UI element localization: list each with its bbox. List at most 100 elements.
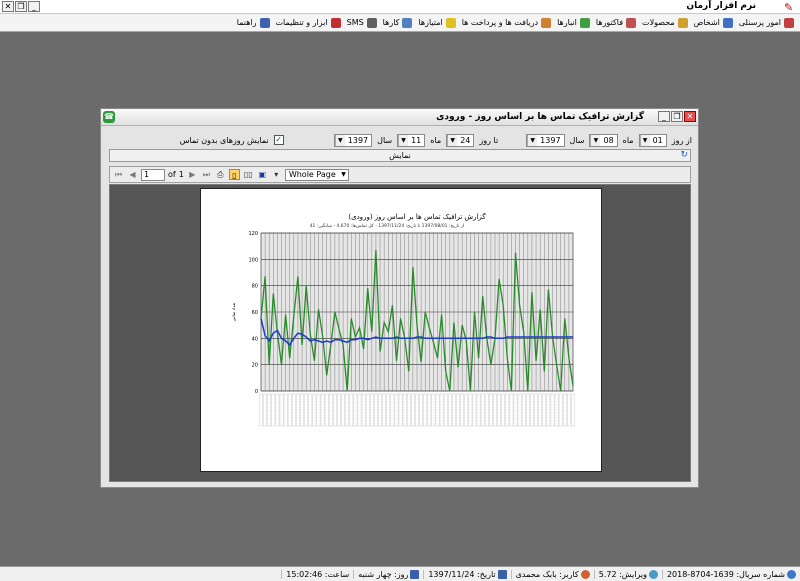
report-viewer-area[interactable]: گزارش ترافیک تماس ها بر اساس روز (ورودی)… <box>109 184 691 482</box>
version-icon <box>648 569 658 579</box>
menu-item-points[interactable]: امتیازها <box>418 17 456 28</box>
data-point <box>572 336 574 338</box>
data-point <box>383 337 385 339</box>
data-point <box>313 360 315 362</box>
total-pages: 1 <box>178 170 184 179</box>
print-icon[interactable]: ⎙ <box>215 169 226 180</box>
zoom-select[interactable]: Whole Page ▼ <box>284 168 349 181</box>
data-point <box>482 295 484 297</box>
menu-item-sms[interactable]: SMS <box>347 17 377 28</box>
from-year-combo[interactable]: ▼ 1397 <box>526 133 565 147</box>
data-point <box>363 348 365 350</box>
x-tick-label <box>353 393 358 427</box>
data-point <box>293 337 295 339</box>
data-point <box>277 330 278 331</box>
previous-page-icon[interactable]: ◀ <box>127 169 138 180</box>
x-tick-label <box>464 393 469 427</box>
menu-item-warehouse[interactable]: انبارها <box>557 17 590 28</box>
save-dropdown-icon[interactable]: ▾ <box>271 169 282 180</box>
to-month-combo[interactable]: ▼ 11 <box>397 133 426 147</box>
menu-item-products[interactable]: محصولات <box>642 17 688 28</box>
data-point <box>424 311 426 313</box>
data-point <box>424 337 426 339</box>
data-point <box>285 340 287 342</box>
x-tick-label <box>571 393 575 427</box>
report-restore-button[interactable]: ❐ <box>671 111 683 122</box>
data-point <box>350 339 352 341</box>
data-point <box>318 340 319 342</box>
from-day-label: از روز <box>671 135 692 145</box>
data-point <box>564 336 566 338</box>
x-tick-label <box>509 393 514 427</box>
data-point <box>289 344 291 346</box>
data-point <box>400 337 401 339</box>
app-close-button[interactable]: ✕ <box>2 1 14 12</box>
menu-item-persons[interactable]: اشخاص <box>694 17 733 28</box>
data-point <box>449 390 451 392</box>
traffic-chart: گزارش ترافیک تماس ها بر اساس روز (ورودی)… <box>231 212 575 427</box>
data-point <box>281 364 282 366</box>
menu-item-tasks[interactable]: کارها <box>383 17 413 28</box>
refresh-icon: ↻ <box>680 150 688 160</box>
x-tick-label <box>460 393 464 427</box>
data-point <box>305 336 307 338</box>
app-restore-button[interactable]: ❐ <box>15 1 27 12</box>
report-window-buttons: _ ❐ ✕ <box>658 111 696 122</box>
save-icon[interactable]: ▣ <box>257 169 268 180</box>
from-day-combo[interactable]: ▼ 01 <box>638 133 667 147</box>
x-tick-label <box>386 393 391 427</box>
to-day-combo[interactable]: ▼ 24 <box>446 133 475 147</box>
x-tick-label <box>394 393 399 427</box>
report-close-button[interactable]: ✕ <box>684 111 696 122</box>
menu-item-tools[interactable]: ابزار و تنظیمات <box>276 17 341 28</box>
menu-item-payments[interactable]: دریافت ها و پرداخت ها <box>462 17 552 28</box>
data-point <box>453 322 455 323</box>
x-tick-label <box>538 393 542 427</box>
data-point <box>482 337 484 339</box>
menu-item-personnel[interactable]: امور پرسنلی <box>739 17 794 28</box>
page-number-input[interactable]: 1 <box>141 168 165 181</box>
multi-page-icon[interactable]: ▯▯ <box>243 169 254 180</box>
report-page: گزارش ترافیک تماس ها بر اساس روز (ورودی)… <box>200 188 602 472</box>
data-point <box>502 305 504 306</box>
data-point <box>445 337 447 339</box>
data-point <box>297 276 299 277</box>
show-button[interactable]: نمایش ↻ <box>109 149 691 162</box>
data-point <box>453 337 455 339</box>
data-point <box>367 287 369 289</box>
last-page-icon[interactable]: ⏭ <box>201 169 212 180</box>
status-version: ویرایش: 5.72 <box>593 569 658 579</box>
show-empty-days-checkbox[interactable]: ✓ <box>273 135 284 145</box>
x-tick-label <box>263 393 267 427</box>
data-point <box>474 337 475 339</box>
data-point <box>465 340 467 342</box>
app-minimize-button[interactable]: _ <box>28 1 40 12</box>
x-tick-label <box>300 393 304 427</box>
x-tick-label <box>558 393 563 427</box>
from-month-combo[interactable]: ▼ 08 <box>589 133 618 147</box>
show-empty-days-label: نمایش روزهای بدون تماس <box>179 135 269 145</box>
app-window-buttons: ✕ ❐ _ <box>2 1 40 12</box>
data-point <box>322 341 323 343</box>
x-tick-label <box>329 393 333 427</box>
x-tick-label <box>419 393 423 427</box>
data-point <box>461 337 463 339</box>
data-point <box>437 357 438 359</box>
next-page-icon[interactable]: ▶ <box>187 169 198 180</box>
sms-icon <box>366 17 377 28</box>
single-page-icon[interactable]: ▯ <box>228 169 240 180</box>
report-minimize-button[interactable]: _ <box>658 111 670 122</box>
data-point <box>313 339 315 341</box>
data-point <box>334 339 336 341</box>
first-page-icon[interactable]: ⏮ <box>113 169 124 180</box>
to-year-combo[interactable]: ▼ 1397 <box>333 133 373 147</box>
x-tick-label <box>312 393 317 427</box>
menu-item-help[interactable]: راهنما <box>237 17 270 28</box>
data-point <box>519 336 521 338</box>
x-tick-label <box>349 393 354 427</box>
to-month-label: ماه <box>430 135 442 145</box>
data-point <box>478 337 479 339</box>
data-point <box>383 322 385 323</box>
menu-item-invoices[interactable]: فاکتورها <box>596 17 637 28</box>
data-point <box>272 293 274 294</box>
